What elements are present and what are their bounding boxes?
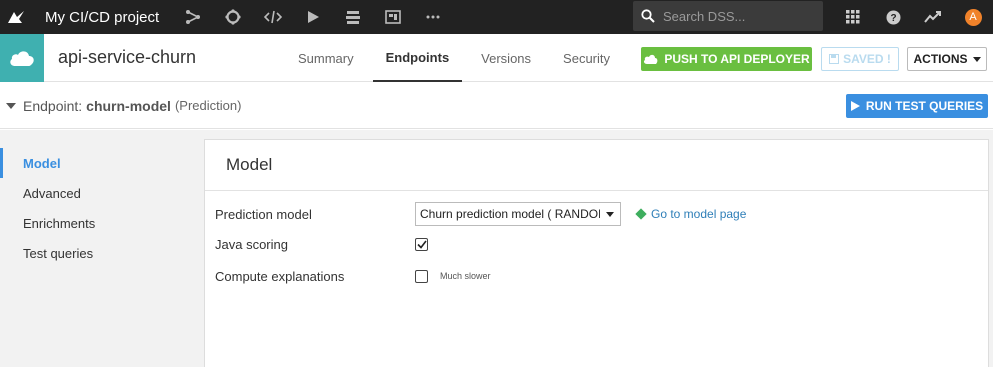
endpoint-sidebar: Model Advanced Enrichments Test queries [0,148,190,268]
service-tabs: Summary Endpoints Versions Security [285,34,629,82]
prediction-model-select[interactable]: Churn prediction model ( RANDOM FOREST ) [415,202,621,226]
endpoint-prefix: Endpoint: [23,97,83,114]
tab-security[interactable]: Security [550,34,623,82]
push-to-api-deployer-button[interactable]: PUSH TO API DEPLOYER [641,47,812,71]
tab-summary[interactable]: Summary [285,34,367,82]
trend-icon[interactable] [913,0,953,34]
cloud-upload-icon [644,54,658,64]
endpoint-bar: Endpoint: churn-model (Prediction) RUN T… [0,83,993,129]
top-navbar: My CI/CD project ? A [0,0,993,34]
saved-button[interactable]: SAVED ! [821,47,899,71]
compute-explanations-checkbox[interactable] [415,269,428,283]
dashboard-icon[interactable] [373,0,413,34]
apps-grid-icon[interactable] [833,0,873,34]
go-to-model-page-link[interactable]: Go to model page [635,207,747,221]
play-icon[interactable] [293,0,333,34]
prediction-model-value: Churn prediction model ( RANDOM FOREST ) [420,207,600,221]
push-button-label: PUSH TO API DEPLOYER [664,52,810,66]
actions-dropdown-button[interactable]: ACTIONS [907,47,987,71]
prediction-model-row: Prediction model Churn prediction model … [215,202,747,226]
service-name: api-service-churn [58,47,197,67]
card-title: Model [205,140,988,191]
endpoint-type: (Prediction) [174,98,242,113]
java-scoring-row: Java scoring [215,233,428,255]
saved-button-label: SAVED ! [843,52,891,66]
global-search[interactable] [633,1,823,31]
recipe-icon[interactable] [213,0,253,34]
compute-explanations-row: Compute explanations Much slower [215,265,491,287]
flow-icon[interactable] [173,0,213,34]
user-menu[interactable]: A [953,0,993,34]
tab-endpoints[interactable]: Endpoints [372,34,463,82]
compute-explanations-label: Compute explanations [215,268,345,284]
floppy-disk-icon [829,54,840,64]
model-diamond-icon [635,208,647,220]
tab-versions[interactable]: Versions [468,34,544,82]
collapse-caret-icon[interactable] [6,102,16,109]
avatar: A [964,8,982,26]
endpoint-name[interactable]: churn-model [86,98,171,114]
search-input[interactable] [663,8,813,24]
dss-logo-icon[interactable] [0,0,32,34]
caret-down-icon [972,56,981,62]
more-icon[interactable] [413,0,453,34]
play-icon [850,101,860,111]
sidebar-item-enrichments[interactable]: Enrichments [0,208,190,238]
java-scoring-checkbox[interactable] [415,237,428,251]
sidebar-item-model[interactable]: Model [0,148,190,178]
model-card: Model Prediction model Churn prediction … [204,139,989,367]
sidebar-item-test-queries[interactable]: Test queries [0,238,190,268]
check-icon [416,240,427,249]
run-button-label: RUN TEST QUERIES [865,99,984,113]
service-header: api-service-churn Summary Endpoints Vers… [0,33,993,82]
chevron-down-icon [606,212,614,217]
go-to-model-page-label: Go to model page [651,207,747,221]
dataset-stack-icon[interactable] [333,0,373,34]
sidebar-item-advanced[interactable]: Advanced [0,178,190,208]
main-area: Model Advanced Enrichments Test queries … [0,130,993,367]
actions-button-label: ACTIONS [913,52,968,66]
java-scoring-label: Java scoring [215,236,288,252]
help-icon[interactable]: ? [873,0,913,34]
project-title[interactable]: My CI/CD project [45,9,159,26]
search-icon [641,9,655,23]
code-icon[interactable] [253,0,293,34]
compute-explanations-hint: Much slower [440,271,491,281]
cloud-icon [0,33,44,82]
prediction-model-label: Prediction model [215,206,312,222]
run-test-queries-button[interactable]: RUN TEST QUERIES [846,94,988,118]
svg-text:?: ? [890,13,896,24]
